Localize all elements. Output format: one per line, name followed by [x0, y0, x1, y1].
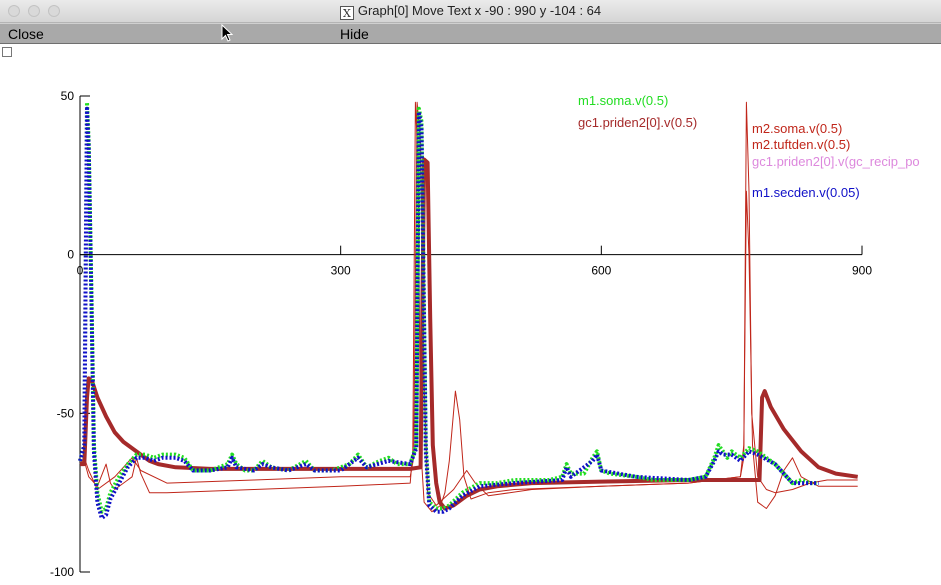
graph-canvas[interactable]	[0, 44, 941, 585]
graph-corner-box[interactable]	[2, 47, 12, 57]
mouse-pointer-icon	[221, 24, 234, 42]
x11-icon: X	[339, 6, 354, 20]
menu-bar: Close Hide	[0, 23, 941, 44]
hide-button[interactable]: Hide	[340, 26, 369, 42]
window-titlebar[interactable]: X Graph[0] Move Text x -90 : 990 y -104 :…	[0, 0, 941, 23]
window-title: Graph[0] Move Text x -90 : 990 y -104 : …	[357, 3, 602, 18]
window-title-wrap: X Graph[0] Move Text x -90 : 990 y -104 :…	[0, 3, 941, 20]
close-button[interactable]: Close	[8, 26, 44, 42]
